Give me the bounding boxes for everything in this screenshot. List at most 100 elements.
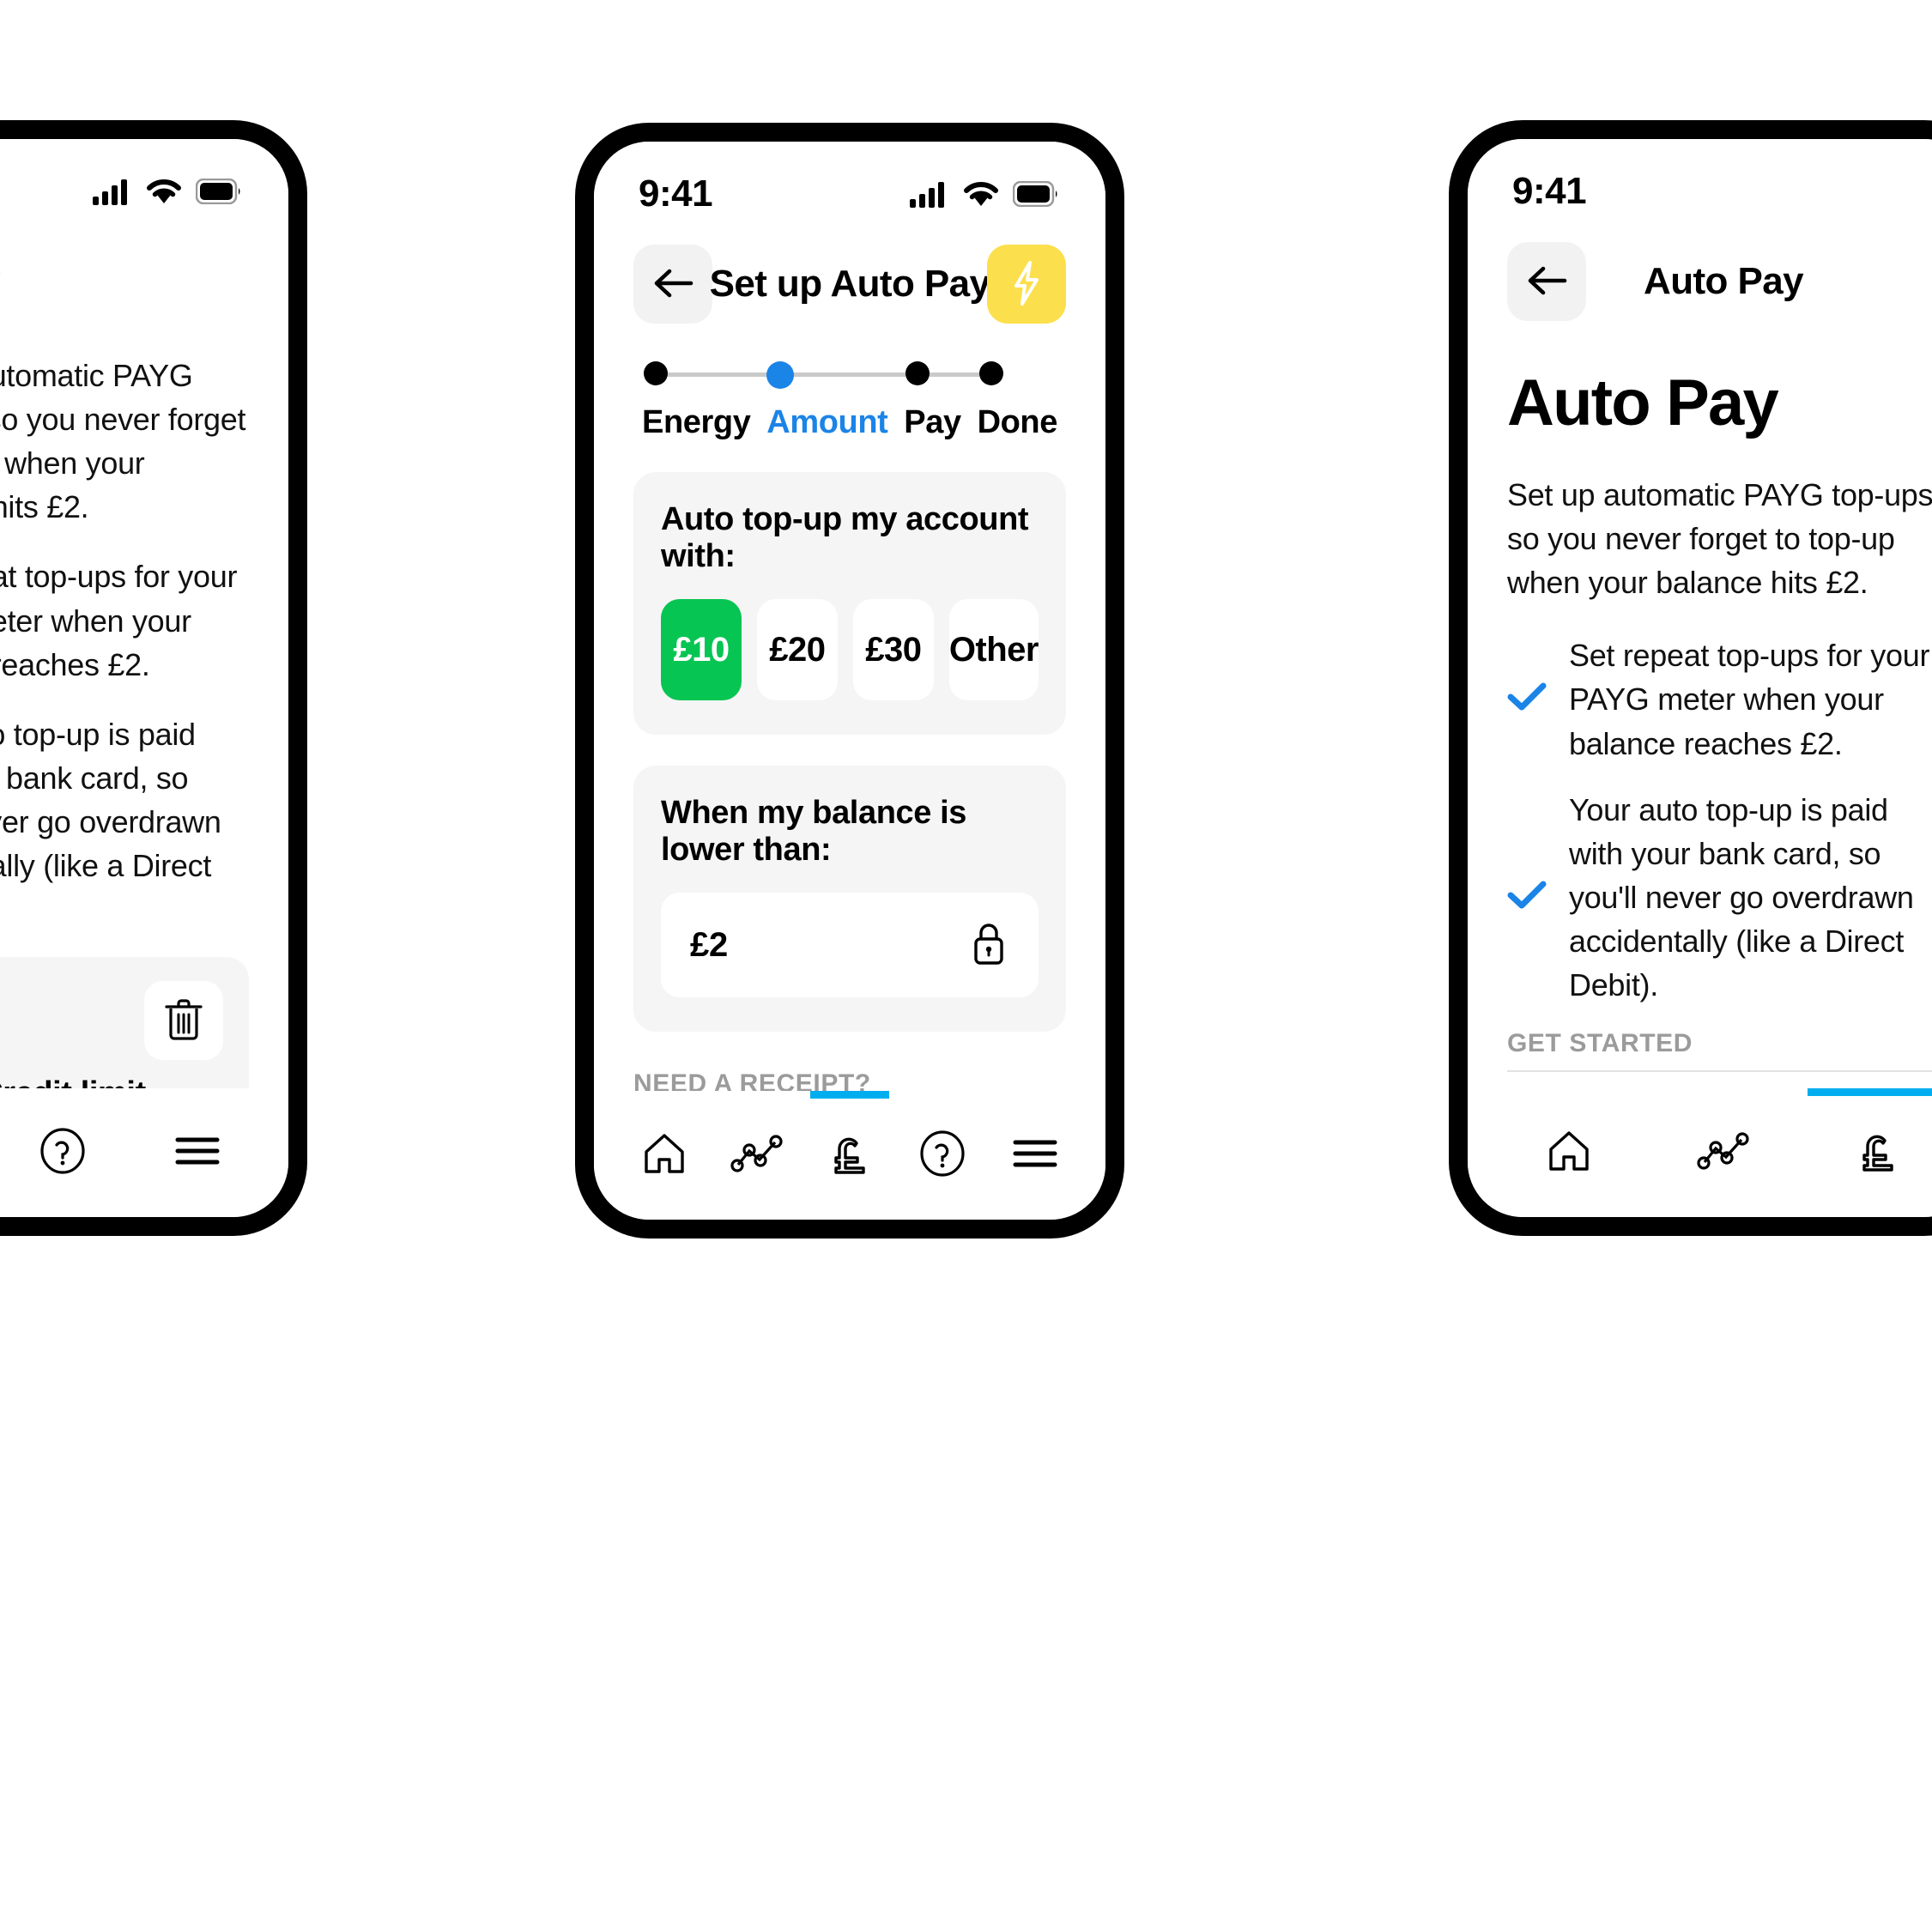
tab-bar-center [594,1091,1105,1220]
wifi-icon [146,178,182,205]
trash-icon [163,997,204,1045]
status-icons-center [910,180,1061,208]
phone-frame-left: 9:41 Auto Pay Set up [0,120,307,1236]
hero-subtitle-right: Set up automatic PAYG top-ups so you nev… [1507,477,1932,601]
amount-card-title: Auto top-up my account with: [661,501,1029,574]
list-item-label: Set repeat top-ups for your PAYG meter w… [1569,638,1930,761]
phone-screen-center: 9:41 Set up Auto Pay Energy Amount Pay D… [594,142,1105,1220]
credit-limit-label: Credit limit [0,1075,223,1088]
amount-option-other[interactable]: Other [948,599,1039,700]
battery-icon [1013,181,1061,207]
tab-pound-right[interactable] [1801,1088,1932,1217]
battery-icon [196,179,244,204]
phone-frame-right: 9:41 Auto Pay Auto Pay Set up automatic … [1449,120,1932,1236]
status-bar-left: 9:41 [0,139,288,221]
help-icon [39,1127,87,1179]
content-left: Set up automatic PAYG top-ups so you nev… [0,328,288,1088]
step-energy[interactable]: Energy [642,361,751,441]
page-title-left: Auto Pay [0,260,288,303]
receipt-eyebrow: NEED A RECEIPT? [633,1069,871,1091]
tab-home-right[interactable] [1492,1088,1646,1217]
credit-limit-card: Credit limit £2.00 [0,957,249,1088]
boost-button[interactable] [987,245,1066,324]
list-item: Set repeat top-ups for your PAYG meter w… [1507,633,1932,765]
nav-bar-right: Auto Pay [1468,221,1932,328]
status-bar-right: 9:41 [1468,139,1932,221]
step-dot [905,361,930,385]
tab-indicator-center [810,1091,889,1099]
status-icons-left [93,178,244,205]
content-right: Auto Pay Set up automatic PAYG top-ups s… [1468,328,1932,1088]
signal-icon [93,178,132,205]
lightning-bolt-icon [1010,260,1043,309]
pound-icon [1856,1127,1899,1179]
tab-menu-left[interactable] [130,1088,264,1217]
tab-usage-center[interactable] [711,1091,803,1220]
intro-text-left: Set up automatic PAYG top-ups so you nev… [0,354,249,931]
menu-icon [174,1134,221,1172]
home-icon [1546,1129,1592,1178]
step-amount[interactable]: Amount [766,361,888,441]
tab-bar-left [0,1088,288,1217]
step-label: Pay [904,404,961,440]
set-up-auto-pay-row[interactable]: Set up Auto Pay [1507,1072,1932,1088]
tab-usage-right[interactable] [1646,1088,1801,1217]
back-button-right[interactable] [1507,242,1586,321]
nav-bar-left: Auto Pay [0,221,288,328]
phone-screen-right: 9:41 Auto Pay Auto Pay Set up automatic … [1468,139,1932,1217]
tab-help-left[interactable] [0,1088,130,1217]
step-dot [978,361,1003,385]
lock-icon [968,918,1009,972]
step-label: Amount [766,404,888,440]
tab-home-center[interactable] [618,1091,711,1220]
threshold-field[interactable]: £2 [661,893,1039,997]
nav-bar-center: Set up Auto Pay [594,224,1105,330]
amount-card: Auto top-up my account with: £10 £20 £30… [633,472,1066,735]
list-item-label: Your auto top-up is paid with your bank … [1569,791,1914,1003]
list-item: Your auto top-up is paid with your bank … [1507,788,1932,1008]
back-button-center[interactable] [633,245,712,324]
intro-paragraph-1: Set up automatic PAYG top-ups so you nev… [0,358,246,525]
arrow-left-icon [1525,263,1568,300]
content-center: Energy Amount Pay Done Auto top-up my ac… [594,330,1105,1091]
tab-pound-center[interactable] [803,1091,896,1220]
hero-title-right: Auto Pay [1507,366,1779,439]
tab-menu-center[interactable] [989,1091,1081,1220]
threshold-card: When my balance is lower than: £2 [633,766,1066,1032]
status-time-right: 9:41 [1512,170,1587,212]
home-icon [641,1131,687,1180]
status-bar-center: 9:41 [594,142,1105,224]
delete-limit-button[interactable] [144,981,223,1061]
phone-frame-center: 9:41 Set up Auto Pay Energy Amount Pay D… [575,123,1124,1239]
get-started-eyebrow: GET STARTED [1507,1029,1693,1058]
signal-icon [910,180,949,208]
step-dot [644,361,668,385]
step-done[interactable]: Done [978,361,1057,441]
tab-bar-right [1468,1088,1932,1217]
help-icon [918,1130,966,1182]
pound-icon [828,1130,871,1182]
status-time-center: 9:41 [639,173,713,215]
check-icon [1507,681,1547,717]
menu-icon [1012,1136,1058,1175]
amount-option-10[interactable]: £10 [661,599,742,700]
setup-stepper: Energy Amount Pay Done [633,361,1066,441]
intro-paragraph-3: Your auto top-up is paid with your bank … [0,716,221,884]
threshold-card-title: When my balance is lower than: [661,795,967,868]
step-label: Done [977,404,1058,440]
tab-help-center[interactable] [896,1091,989,1220]
screenshot-stage: 9:41 Auto Pay Set up [0,0,1932,1932]
usage-icon [730,1134,784,1178]
amount-options: £10 £20 £30 Other [661,599,1039,700]
wifi-icon [963,180,999,208]
usage-icon [1697,1131,1750,1175]
tab-indicator-right [1808,1088,1932,1096]
amount-option-20[interactable]: £20 [756,599,838,700]
benefit-list: Set repeat top-ups for your PAYG meter w… [1507,633,1932,1007]
amount-option-30[interactable]: £30 [852,599,934,700]
step-dot [766,361,795,389]
intro-paragraph-2: Set repeat top-ups for your PAYG meter w… [0,559,238,682]
check-icon [1507,880,1547,915]
step-pay[interactable]: Pay [904,361,961,441]
phone-screen-left: 9:41 Auto Pay Set up [0,139,288,1217]
